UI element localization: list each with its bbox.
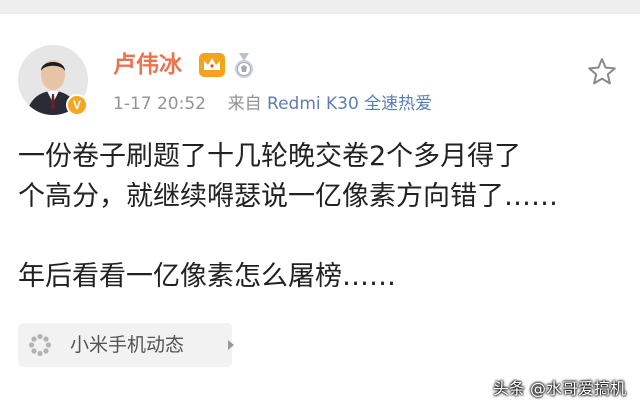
chevron-right-icon	[228, 340, 234, 350]
source-device-link[interactable]: Redmi K30 全速热爱	[267, 94, 432, 114]
top-divider	[0, 0, 640, 14]
post-text-line: 个高分，就继续嘚瑟说一亿像素方向错了……	[18, 181, 558, 212]
post-timestamp: 1-17 20:52	[113, 94, 206, 114]
topic-tag-label: 小米手机动态	[70, 334, 185, 356]
loading-dots-icon	[28, 333, 52, 357]
topic-tag-chip[interactable]: 小米手机动态	[18, 323, 234, 367]
favorite-star-button[interactable]	[586, 56, 618, 88]
post-text-line: 一份卷子刷题了十几轮晚交卷2个多月得了	[18, 141, 522, 172]
source-watermark: 头条 @水哥爱搞机	[492, 379, 626, 398]
weibo-post-screen: V 卢伟冰 1-17 20:52 来自 Redmi K30 全速热爱 一份卷子刷…	[0, 0, 640, 409]
verified-v-icon: V	[66, 94, 88, 116]
medal-icon[interactable]	[233, 53, 255, 79]
post-body: 一份卷子刷题了十几轮晚交卷2个多月得了 个高分，就继续嘚瑟说一亿像素方向错了………	[18, 137, 628, 297]
post-text-line: 年后看看一亿像素怎么屠榜……	[18, 261, 396, 292]
post-text-blank-line	[18, 217, 628, 257]
source-prefix: 来自	[227, 94, 262, 114]
star-outline-icon	[588, 58, 616, 85]
crown-icon[interactable]	[199, 53, 225, 77]
author-name[interactable]: 卢伟冰	[113, 50, 182, 80]
post-meta: 1-17 20:52 来自 Redmi K30 全速热爱	[113, 92, 432, 116]
